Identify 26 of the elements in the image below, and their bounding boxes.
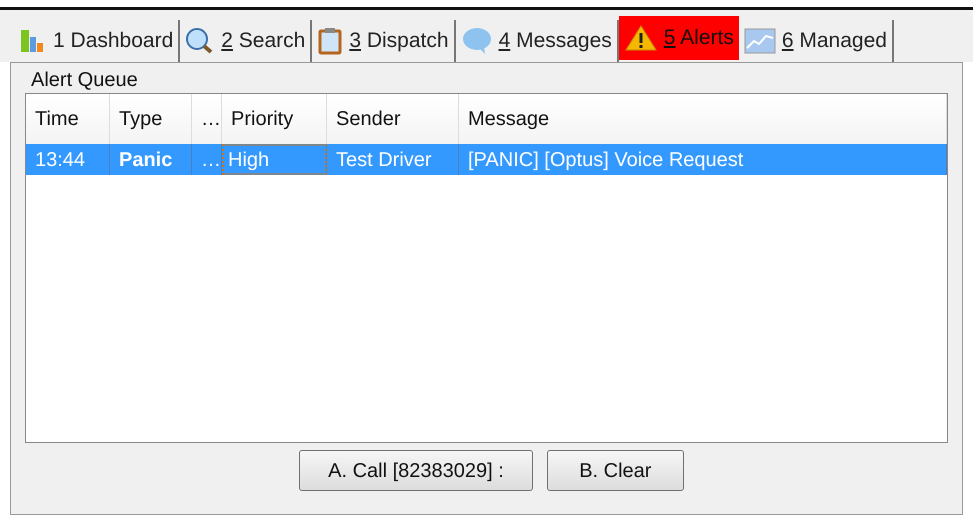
action-button[interactable]: B. Clear [546, 450, 684, 491]
column-header[interactable]: Sender [327, 94, 459, 144]
table-cell: Panic [110, 144, 192, 175]
tab-label: 6 Managed [782, 28, 887, 54]
column-header[interactable]: Priority [222, 94, 327, 144]
column-header[interactable]: Message [459, 94, 947, 144]
speech-bubble-icon [460, 27, 493, 55]
tab[interactable]: 5 Alerts [618, 16, 739, 60]
column-header[interactable]: … [192, 94, 222, 144]
tab-label: 3 Dispatch [349, 28, 449, 54]
group-title: Alert Queue [31, 68, 139, 93]
table-cell: … [192, 144, 222, 175]
column-header[interactable]: Type [110, 94, 192, 144]
tab-label: 1 Dashboard [53, 28, 174, 54]
table-cell: [PANIC] [Optus] Voice Request [459, 144, 947, 175]
tab-label: 5 Alerts [664, 25, 734, 52]
tab-label: 4 Messages [498, 28, 612, 54]
table-cell: Test Driver [327, 144, 459, 175]
clipboard-icon [317, 27, 344, 55]
warning-icon [624, 24, 658, 52]
column-header[interactable]: Time [26, 94, 110, 144]
tab-label: 2 Search [221, 28, 306, 54]
table-cell: 13:44 [26, 144, 110, 175]
action-button[interactable]: A. Call [82383029] : [299, 450, 533, 491]
line-graph-icon [744, 28, 776, 54]
table-cell: High [222, 144, 327, 175]
